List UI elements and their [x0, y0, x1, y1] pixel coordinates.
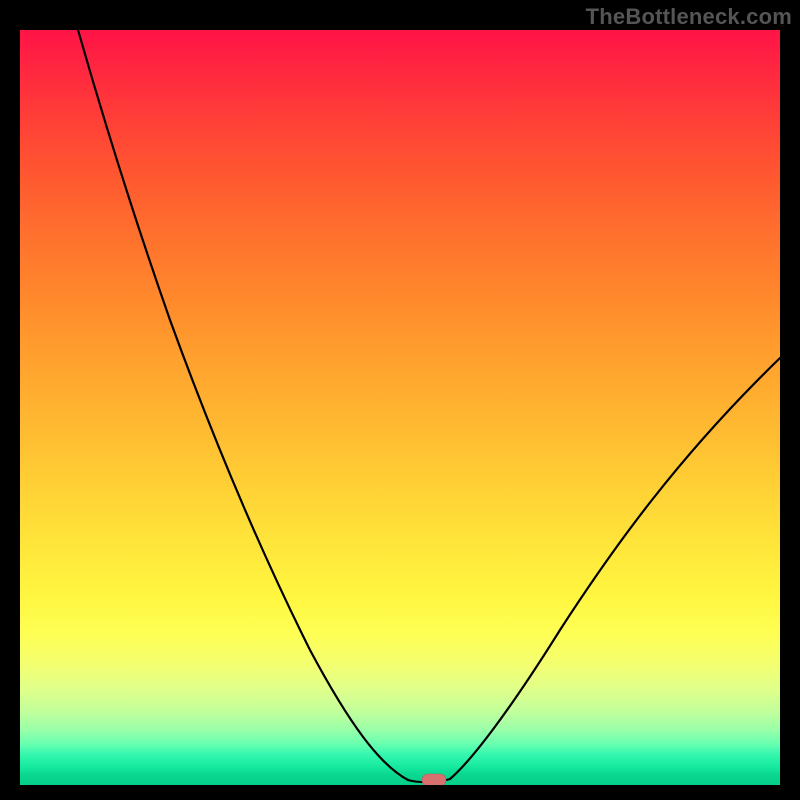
chart-frame: TheBottleneck.com — [0, 0, 800, 800]
bottleneck-curve — [20, 30, 780, 785]
optimal-point-marker — [422, 774, 446, 785]
plot-area — [20, 30, 780, 785]
watermark-text: TheBottleneck.com — [586, 4, 792, 30]
